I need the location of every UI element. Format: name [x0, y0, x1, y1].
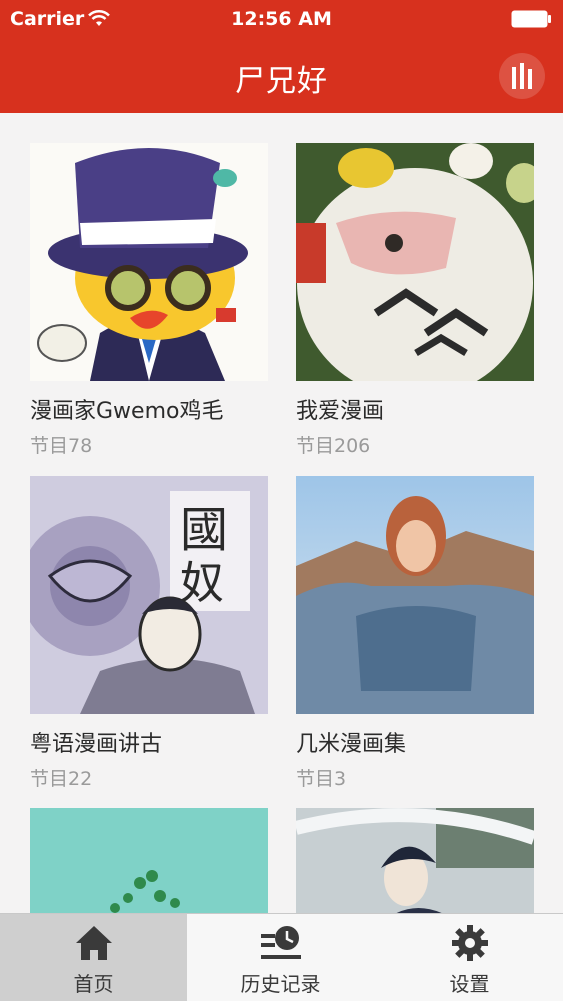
program-card[interactable]	[30, 808, 268, 913]
program-cover-image[interactable]: 國 奴	[30, 476, 268, 714]
program-card[interactable]	[296, 808, 534, 913]
tab-label: 设置	[449, 972, 490, 996]
program-episode-count: 节目3	[296, 768, 347, 790]
program-episode-count: 节目22	[30, 768, 93, 790]
program-card[interactable]: 國 奴 粤语漫画讲古 节目22	[30, 476, 268, 791]
tab-history[interactable]: 历史记录	[187, 914, 374, 1001]
program-cover-image[interactable]	[296, 143, 534, 381]
program-card[interactable]: 我爱漫画 节目206	[296, 143, 534, 458]
battery-icon	[511, 10, 551, 28]
program-episode-count: 节目206	[296, 435, 371, 457]
program-episode-count: 节目78	[30, 435, 93, 457]
program-title: 几米漫画集	[296, 732, 407, 757]
tab-settings[interactable]: 设置	[376, 914, 563, 1001]
equalizer-icon	[512, 63, 532, 89]
tab-label: 首页	[73, 972, 114, 996]
page-title: 尸兄好	[235, 64, 328, 99]
program-cover-image[interactable]	[296, 476, 534, 714]
top-bar: Carrier 12:56 AM 尸兄好	[0, 0, 563, 113]
program-title: 粤语漫画讲古	[30, 732, 163, 757]
program-cover-image[interactable]	[30, 808, 268, 913]
now-playing-button[interactable]	[499, 53, 545, 99]
svg-text:奴: 奴	[180, 558, 224, 609]
program-card[interactable]: 漫画家Gwemo鸡毛 节目78	[30, 143, 268, 458]
program-card[interactable]: 几米漫画集 节目3	[296, 476, 534, 791]
history-icon	[260, 926, 301, 959]
status-bar: Carrier 12:56 AM	[0, 0, 563, 38]
home-icon	[75, 926, 112, 960]
gear-icon	[451, 925, 488, 961]
svg-text:國: 國	[180, 502, 228, 558]
program-title: 漫画家Gwemo鸡毛	[30, 399, 224, 424]
tab-home[interactable]: 首页	[0, 914, 187, 1001]
program-grid: 漫画家Gwemo鸡毛 节目78 我爱漫画 节目206 國 奴 粤语漫画讲古 节目…	[0, 113, 563, 913]
program-title: 我爱漫画	[296, 399, 385, 424]
tab-label: 历史记录	[240, 972, 321, 996]
clock: 12:56 AM	[231, 8, 332, 30]
tab-bar: 首页 历史记录 设置	[0, 913, 563, 1001]
program-cover-image[interactable]	[30, 143, 268, 381]
program-cover-image[interactable]	[296, 808, 534, 913]
